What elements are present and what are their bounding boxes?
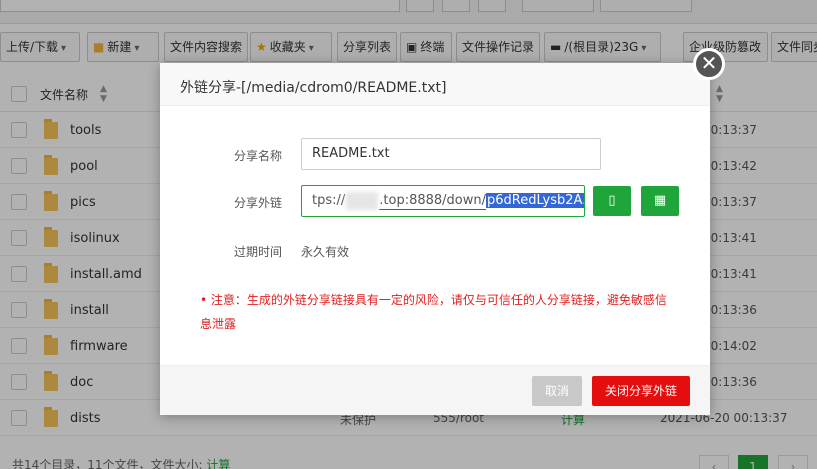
- share-link-input[interactable]: tps:// .top:8888/down/p6dRedLysb2A.txt: [301, 185, 585, 217]
- blurred-domain: [346, 191, 379, 210]
- share-name-label: 分享名称: [233, 149, 282, 163]
- risk-warning: • 注意：生成的外链分享链接具有一定的风险，请仅与可信任的人分享链接，避免敏感信…: [200, 288, 680, 336]
- qrcode-button[interactable]: ▦: [641, 186, 679, 216]
- close-icon[interactable]: ✕: [693, 48, 725, 80]
- link-host-path: .top:8888/down/: [379, 193, 487, 208]
- copy-icon: ▯: [608, 193, 616, 208]
- expire-time-label: 过期时间: [233, 245, 282, 259]
- warning-bullet: •: [200, 293, 211, 307]
- dialog-header: 外链分享-[/media/cdrom0/README.txt]: [160, 63, 710, 106]
- qrcode-icon: ▦: [653, 193, 667, 208]
- cancel-button[interactable]: 取消: [532, 376, 582, 406]
- dialog-footer: 取消 关闭分享外链: [160, 365, 710, 415]
- copy-link-button[interactable]: ▯: [593, 186, 631, 216]
- dialog-title: 外链分享-[/media/cdrom0/README.txt]: [180, 80, 447, 96]
- selected-link-token: p6dRedLysb2A.txt: [486, 193, 584, 208]
- share-link-label: 分享外链: [233, 196, 282, 210]
- expire-time-value: 永久有效: [301, 245, 350, 259]
- warning-line-1: 注意：生成的外链分享链接具有一定的风险，请仅与可信任的人分享链接，避免敏感信: [210, 293, 667, 307]
- share-link-dialog: 外链分享-[/media/cdrom0/README.txt] 分享名称 REA…: [160, 63, 710, 415]
- close-share-link-button[interactable]: 关闭分享外链: [592, 376, 690, 406]
- link-scheme: tps://: [312, 193, 346, 208]
- warning-line-2: 息泄露: [200, 317, 237, 331]
- share-name-input[interactable]: README.txt: [301, 138, 601, 170]
